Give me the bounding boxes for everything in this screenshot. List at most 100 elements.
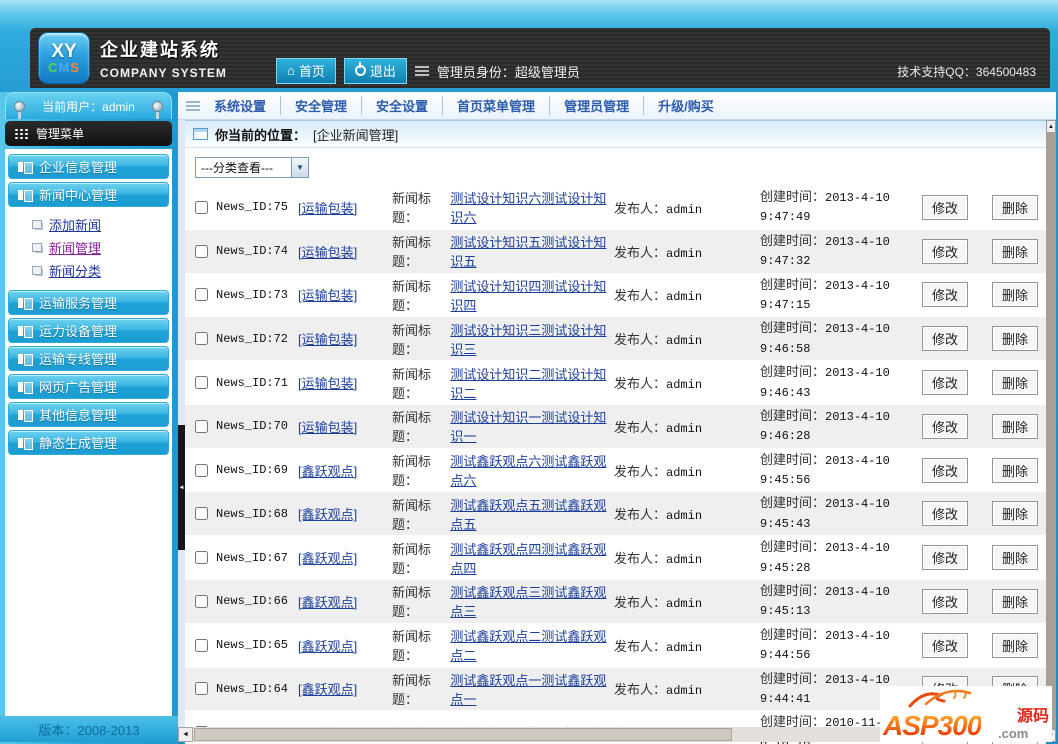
modify-button[interactable]: 修改	[921, 545, 968, 571]
modify-button[interactable]: 修改	[921, 194, 968, 220]
delete-button[interactable]: 删除	[991, 238, 1038, 264]
category-link[interactable]: [运输包装]	[298, 373, 392, 392]
category-link[interactable]: [鑫跃观点]	[298, 636, 392, 655]
delete-button[interactable]: 删除	[991, 413, 1038, 439]
delete-button[interactable]: 删除	[991, 545, 1038, 571]
submenu-link-news-management[interactable]: 新闻管理	[49, 238, 101, 257]
created-label: 创建时间：	[760, 451, 826, 467]
news-title-link[interactable]: 测试鑫跃观点四测试鑫跃观点四	[450, 539, 614, 577]
news-title-link[interactable]: 测试鑫跃观点二测试鑫跃观点二	[450, 626, 614, 664]
news-title-link[interactable]: 测试设计知识四测试设计知识四	[450, 276, 614, 314]
news-title-link[interactable]: 测试设计知识二测试设计知识二	[450, 364, 614, 402]
modify-button[interactable]: 修改	[921, 238, 968, 264]
row-checkbox[interactable]	[195, 463, 208, 477]
sidebar-item-transport-service[interactable]: 运输服务管理	[8, 290, 169, 315]
category-link[interactable]: [鑫跃观点]	[298, 548, 392, 567]
sidebar-item-web-ads[interactable]: 网页广告管理	[8, 374, 169, 399]
category-filter-select[interactable]: ---分类查看--- ▼	[195, 157, 309, 178]
row-checkbox[interactable]	[195, 594, 208, 608]
title-cell: 新闻标题： 测试设计知识一测试设计知识一	[392, 407, 614, 445]
delete-button[interactable]: 删除	[991, 501, 1038, 527]
row-checkbox[interactable]	[195, 288, 208, 302]
news-title-link[interactable]: 测试鑫跃观点三测试鑫跃观点三	[450, 582, 614, 620]
nav-item-security-settings[interactable]: 安全设置	[376, 96, 444, 115]
submenu-item-add-news[interactable]: 添加新闻	[32, 213, 169, 236]
news-title-link[interactable]: 测试设计知识五测试设计知识五	[450, 232, 614, 270]
submenu-item-news-categories[interactable]: 新闻分类	[32, 259, 169, 282]
power-icon	[354, 65, 366, 76]
nav-item-system-settings[interactable]: 系统设置	[214, 96, 282, 115]
news-title-link[interactable]: 测试鑫跃观点五测试鑫跃观点五	[450, 495, 614, 533]
publisher-cell: 发布人：admin	[614, 329, 760, 348]
exit-button[interactable]: 退出	[343, 58, 407, 84]
delete-button[interactable]: 删除	[991, 457, 1038, 483]
nav-item-home-menu-management[interactable]: 首页菜单管理	[457, 96, 551, 115]
news-title-link[interactable]: 测试设计知识六测试设计知识六	[450, 188, 614, 226]
home-button[interactable]: ⌂ 首页	[276, 58, 336, 84]
delete-button[interactable]: 删除	[991, 632, 1038, 658]
category-link[interactable]: [鑫跃观点]	[298, 461, 392, 480]
modify-button[interactable]: 修改	[921, 326, 968, 352]
publisher-label: 发布人：	[614, 200, 667, 216]
row-checkbox[interactable]	[195, 200, 208, 214]
news-table-row: News_ID:69 [鑫跃观点] 新闻标题： 测试鑫跃观点六测试鑫跃观点六 发…	[185, 448, 1046, 492]
row-checkbox[interactable]	[195, 682, 208, 696]
category-link[interactable]: [鑫跃观点]	[298, 679, 392, 698]
category-link[interactable]: [运输包装]	[298, 242, 392, 261]
news-title-link[interactable]: 测试设计知识一测试设计知识一	[450, 407, 614, 445]
modify-button[interactable]: 修改	[921, 588, 968, 614]
created-cell: 创建时间：2013-4-10 9:46:43	[760, 363, 920, 402]
modify-button[interactable]: 修改	[921, 282, 968, 308]
nav-item-admin-management[interactable]: 管理员管理	[564, 96, 645, 115]
category-link[interactable]: [运输包装]	[298, 285, 392, 304]
created-date: 2013-4-10	[825, 672, 890, 687]
vertical-scrollbar[interactable]: ▲ ▼	[1046, 120, 1056, 742]
sidebar-item-company-info[interactable]: 企业信息管理	[8, 154, 169, 179]
delete-button[interactable]: 删除	[991, 194, 1038, 220]
sidebar-item-capacity-equipment[interactable]: 运力设备管理	[8, 318, 169, 343]
submenu-link-news-categories[interactable]: 新闻分类	[49, 261, 101, 280]
news-title-link[interactable]: 测试鑫跃观点一测试鑫跃观点一	[450, 670, 614, 708]
category-link[interactable]: [鑫跃观点]	[298, 504, 392, 523]
sidebar-collapse-handle[interactable]: ◄	[178, 425, 185, 550]
submenu-item-news-management[interactable]: 新闻管理	[32, 236, 169, 259]
modify-button[interactable]: 修改	[921, 370, 968, 396]
sidebar-item-news-center[interactable]: 新闻中心管理	[8, 182, 169, 207]
horizontal-scroll-thumb[interactable]	[194, 728, 733, 741]
sidebar-item-transport-lines[interactable]: 运输专线管理	[8, 346, 169, 371]
row-checkbox[interactable]	[195, 244, 208, 258]
sidebar-item-label: 企业信息管理	[39, 160, 118, 175]
title-label: 新闻标题：	[392, 191, 432, 226]
news-title-link[interactable]: 测试鑫跃观点六测试鑫跃观点六	[450, 451, 614, 489]
row-checkbox[interactable]	[195, 376, 208, 390]
submenu-link-add-news[interactable]: 添加新闻	[49, 215, 101, 234]
nav-item-upgrade-purchase[interactable]: 升级/购买	[658, 96, 728, 115]
category-link[interactable]: [运输包装]	[298, 329, 392, 348]
modify-button[interactable]: 修改	[921, 632, 968, 658]
category-link[interactable]: [运输包装]	[298, 417, 392, 436]
chevron-down-icon[interactable]: ▼	[291, 158, 308, 177]
scroll-up-arrow[interactable]: ▲	[1046, 120, 1056, 133]
category-link[interactable]: [运输包装]	[298, 198, 392, 217]
delete-button[interactable]: 删除	[991, 370, 1038, 396]
delete-button[interactable]: 删除	[991, 326, 1038, 352]
modify-button[interactable]: 修改	[921, 413, 968, 439]
sidebar-item-static-generation[interactable]: 静态生成管理	[8, 430, 169, 455]
news-title-link[interactable]: 测试设计知识三测试设计知识三	[450, 320, 614, 358]
delete-button[interactable]: 删除	[991, 282, 1038, 308]
modify-button[interactable]: 修改	[921, 501, 968, 527]
scroll-left-arrow[interactable]: ◄	[178, 727, 193, 742]
row-checkbox[interactable]	[195, 551, 208, 565]
sidebar-item-other-info[interactable]: 其他信息管理	[8, 402, 169, 427]
nav-item-security-management[interactable]: 安全管理	[295, 96, 363, 115]
sidebar-item-label: 网页广告管理	[39, 380, 118, 395]
delete-button[interactable]: 删除	[991, 588, 1038, 614]
row-checkbox[interactable]	[195, 419, 208, 433]
row-checkbox[interactable]	[195, 332, 208, 346]
publisher-cell: 发布人：admin	[614, 373, 760, 392]
modify-button[interactable]: 修改	[921, 457, 968, 483]
category-link[interactable]: [鑫跃观点]	[298, 592, 392, 611]
row-checkbox[interactable]	[195, 638, 208, 652]
row-checkbox[interactable]	[195, 507, 208, 521]
logo-letter-c: C	[48, 59, 59, 75]
